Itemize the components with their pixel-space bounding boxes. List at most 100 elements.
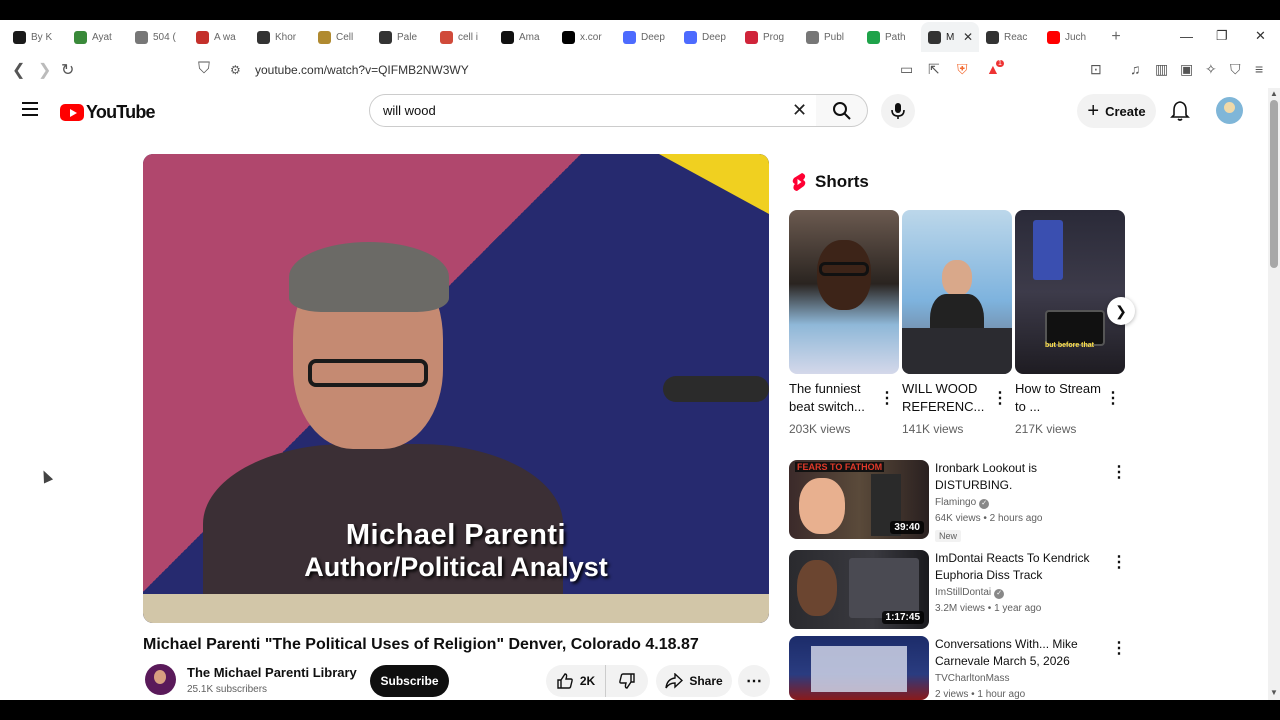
create-button[interactable]: + Create	[1077, 94, 1156, 128]
vpn-icon[interactable]: ⛉	[1230, 61, 1241, 78]
wallet-icon[interactable]: ▣	[1180, 61, 1193, 78]
recommendation-channel[interactable]: TVCharltonMass	[935, 673, 1009, 684]
browser-tab[interactable]: A wa	[189, 22, 250, 52]
notifications-button[interactable]	[1170, 100, 1190, 127]
restore-icon[interactable]: ❐	[1216, 20, 1228, 52]
recommendation-title[interactable]: ImDontai Reacts To Kendrick Euphoria Dis…	[935, 550, 1105, 584]
bookmark-icon[interactable]: ⛉	[198, 60, 210, 78]
recommendation-thumbnail[interactable]: 1:17:45	[789, 550, 929, 629]
browser-tab[interactable]: Deep	[677, 22, 738, 52]
share-button[interactable]: Share	[656, 665, 732, 697]
shorts-next-button[interactable]: ❯	[1107, 297, 1135, 325]
leo-ai-icon[interactable]: ✧	[1205, 61, 1217, 78]
back-icon[interactable]: ❮	[12, 60, 25, 80]
recommendation-thumbnail[interactable]	[789, 636, 929, 700]
short-title[interactable]: WILL WOOD REFERENC...	[902, 380, 990, 416]
video-player[interactable]: Michael Parenti Author/Political Analyst	[143, 154, 769, 623]
more-vertical-icon[interactable]: ⋮	[879, 388, 895, 408]
browser-tab[interactable]: Khor	[250, 22, 311, 52]
sidebar-icon[interactable]: ▥	[1155, 61, 1168, 78]
browser-tab[interactable]: cell i	[433, 22, 494, 52]
new-tab-button[interactable]: +	[1101, 28, 1131, 46]
guide-menu-icon[interactable]	[22, 102, 38, 120]
browser-tab[interactable]: Juch	[1040, 22, 1101, 52]
youtube-logo[interactable]: YouTube	[60, 102, 156, 123]
recommendation-title[interactable]: Conversations With... Mike Carnevale Mar…	[935, 636, 1105, 670]
tab-title: Pale	[397, 31, 418, 43]
cast-icon[interactable]: ▭	[900, 61, 913, 78]
browser-tab[interactable]: Cell	[311, 22, 372, 52]
tab-title: cell i	[458, 31, 479, 43]
clear-search-icon[interactable]: ✕	[792, 100, 807, 121]
site-settings-icon[interactable]: ⚙	[230, 63, 241, 77]
browser-tab[interactable]: Ayat	[67, 22, 128, 52]
short-title[interactable]: How to Stream to ...	[1015, 380, 1103, 416]
tab-favicon-icon	[379, 30, 392, 44]
reload-icon[interactable]: ↻	[61, 60, 74, 80]
more-vertical-icon[interactable]: ⋮	[1111, 552, 1127, 572]
scroll-up-icon[interactable]: ▲	[1270, 89, 1278, 98]
subscriber-count: 25.1K subscribers	[187, 684, 268, 695]
video-frame-speaker-hair	[289, 242, 449, 312]
short-title[interactable]: The funniest beat switch...	[789, 380, 877, 416]
short-views: 203K views	[789, 422, 851, 436]
microphone-icon	[891, 103, 905, 119]
reader-icon[interactable]: ⊡	[1090, 61, 1102, 78]
browser-tab[interactable]: M ✕	[921, 22, 979, 52]
browser-tab[interactable]: Path	[860, 22, 921, 52]
recommendation-title[interactable]: Ironbark Lookout is DISTURBING.	[935, 460, 1105, 494]
forward-icon[interactable]: ❯	[38, 60, 51, 80]
short-thumbnail[interactable]	[789, 210, 899, 374]
channel-avatar[interactable]	[145, 664, 176, 695]
search-input[interactable]: will wood	[369, 94, 817, 127]
brave-shield-icon[interactable]: ⛨	[957, 61, 968, 78]
browser-tab[interactable]: Pale	[372, 22, 433, 52]
short-item[interactable]: WILL WOOD REFERENC... 141K views ⋮	[902, 210, 1012, 436]
browser-tab[interactable]: Publ	[799, 22, 860, 52]
scrollbar-thumb[interactable]	[1270, 100, 1278, 268]
tab-title: Ayat	[92, 31, 112, 43]
more-vertical-icon[interactable]: ⋮	[992, 388, 1008, 408]
shorts-heading-label: Shorts	[815, 172, 869, 191]
like-button[interactable]: 2K	[546, 665, 606, 697]
tab-favicon-icon	[928, 30, 941, 44]
recommendation-thumbnail[interactable]: FEARS TO FATHOM 39:40	[789, 460, 929, 539]
channel-label: ImStillDontai	[935, 587, 992, 598]
scroll-down-icon[interactable]: ▼	[1270, 688, 1278, 697]
media-icon[interactable]: ♫	[1130, 61, 1141, 77]
url-field[interactable]: youtube.com/watch?v=QIFMB2NW3WY	[255, 63, 469, 77]
more-vertical-icon[interactable]: ⋮	[1111, 462, 1127, 482]
close-window-icon[interactable]: ✕	[1255, 20, 1266, 52]
voice-search-button[interactable]	[881, 94, 915, 128]
search-button[interactable]	[816, 94, 868, 127]
subscribe-button[interactable]: Subscribe	[370, 665, 449, 697]
recommendation-channel[interactable]: ImStillDontai ✓	[935, 587, 1005, 599]
recommendation-item[interactable]: FEARS TO FATHOM 39:40 Ironbark Lookout i…	[789, 460, 1129, 542]
channel-name[interactable]: The Michael Parenti Library	[187, 665, 357, 680]
browser-tab[interactable]: Reac	[979, 22, 1040, 52]
tab-title: Cell	[336, 31, 354, 43]
browser-tab[interactable]: x.cor	[555, 22, 616, 52]
browser-menu-icon[interactable]: ≡	[1255, 61, 1263, 77]
short-thumbnail[interactable]: but before that	[1015, 210, 1125, 374]
browser-tab[interactable]: Deep	[616, 22, 677, 52]
video-duration: 1:17:45	[881, 611, 924, 624]
recommendation-item[interactable]: 1:17:45 ImDontai Reacts To Kendrick Euph…	[789, 550, 1129, 630]
browser-tab[interactable]: 504 (	[128, 22, 189, 52]
account-avatar[interactable]	[1216, 97, 1243, 124]
more-vertical-icon[interactable]: ⋮	[1105, 388, 1121, 408]
recommendation-channel[interactable]: Flamingo ✓	[935, 497, 990, 509]
tab-favicon-icon	[257, 30, 270, 44]
share-page-icon[interactable]: ⇱	[928, 61, 940, 78]
short-thumbnail[interactable]	[902, 210, 1012, 374]
browser-tab[interactable]: By K	[6, 22, 67, 52]
browser-tab[interactable]: Ama	[494, 22, 555, 52]
minimize-icon[interactable]: —	[1180, 20, 1193, 52]
short-item[interactable]: The funniest beat switch... 203K views ⋮	[789, 210, 899, 436]
close-tab-icon[interactable]: ✕	[963, 30, 973, 44]
short-item[interactable]: but before that How to Stream to ... 217…	[1015, 210, 1125, 436]
more-actions-button[interactable]: ⋯	[738, 665, 770, 697]
browser-tab[interactable]: Prog	[738, 22, 799, 52]
dislike-button[interactable]	[606, 665, 648, 697]
more-vertical-icon[interactable]: ⋮	[1111, 638, 1127, 658]
